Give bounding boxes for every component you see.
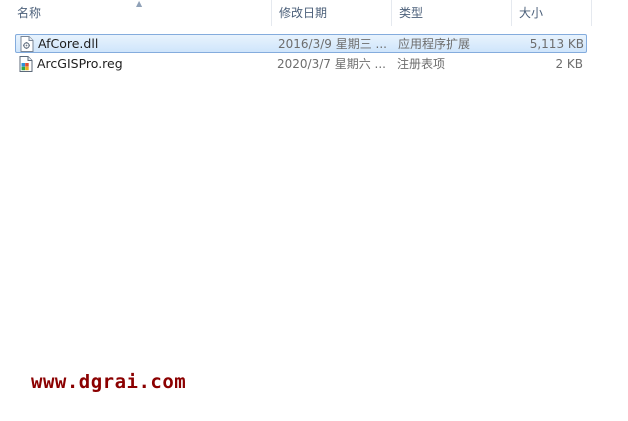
file-modified: 2020/3/7 星期六 ...	[277, 57, 386, 71]
dll-file-icon	[20, 36, 34, 52]
file-name: ArcGISPro.reg	[37, 56, 123, 71]
sort-ascending-icon: ▲	[136, 0, 143, 8]
watermark-text: www.dgrai.com	[31, 371, 187, 393]
registry-file-icon	[19, 56, 33, 72]
column-header-size[interactable]: 大小	[512, 0, 592, 26]
file-size: 5,113 KB	[529, 37, 584, 51]
file-modified: 2016/3/9 星期三 ...	[278, 37, 387, 51]
file-type: 应用程序扩展	[398, 37, 471, 51]
file-row-arcgispro[interactable]: ArcGISPro.reg 2020/3/7 星期六 ... 注册表项 2 KB	[15, 55, 587, 74]
column-header-modified[interactable]: 修改日期	[272, 0, 392, 26]
column-header-type[interactable]: 类型	[392, 0, 512, 26]
column-header-bar: 名称 ▲ 修改日期 类型 大小	[0, 0, 628, 26]
file-type: 注册表项	[397, 57, 446, 71]
file-size: 2 KB	[555, 57, 583, 71]
file-row-afcore[interactable]: AfCore.dll 2016/3/9 星期三 ... 应用程序扩展 5,113…	[15, 34, 587, 53]
file-name: AfCore.dll	[38, 36, 99, 51]
